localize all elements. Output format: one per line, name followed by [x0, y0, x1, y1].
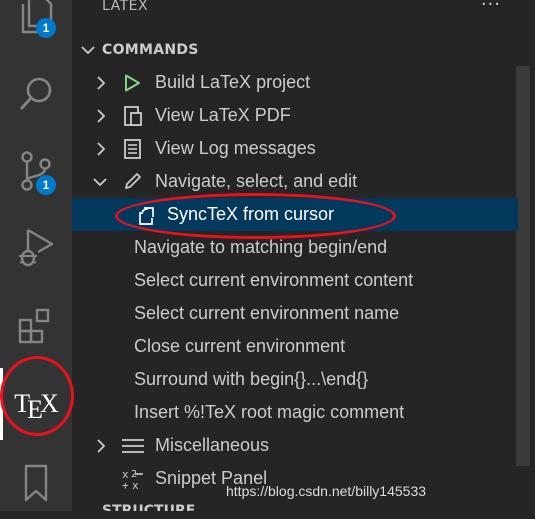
- tree-item-label: Miscellaneous: [155, 435, 270, 455]
- tree-item-build[interactable]: Build LaTeX project: [72, 66, 518, 99]
- tree-item-synctex-from-cursor[interactable]: SyncTeX from cursor: [72, 198, 518, 231]
- explorer-button[interactable]: 1: [0, 0, 72, 50]
- tex-icon: TEX: [14, 389, 59, 424]
- tree-item-label: SyncTeX from cursor: [167, 204, 335, 224]
- run-debug-icon: [19, 228, 54, 267]
- panel-title: LATEX: [102, 0, 149, 14]
- more-actions-button[interactable]: ···: [481, 0, 501, 15]
- commands-section-header[interactable]: COMMANDS: [72, 33, 535, 66]
- chevron-right-icon: [97, 76, 106, 90]
- tree-item-label: View LaTeX PDF: [155, 105, 291, 125]
- tree-item-label: Insert %!TeX root magic comment: [134, 402, 405, 422]
- tree-item-miscellaneous[interactable]: Miscellaneous: [72, 429, 518, 462]
- scrollbar[interactable]: [516, 66, 530, 466]
- list-icon: [122, 439, 144, 453]
- explorer-badge: 1: [36, 18, 56, 38]
- extensions-icon: [18, 308, 50, 344]
- run-debug-button[interactable]: [0, 211, 72, 283]
- tree-item-insert-magic-comment[interactable]: Insert %!TeX root magic comment: [72, 396, 518, 429]
- edit-icon: [125, 173, 141, 189]
- tree-item-surround-with[interactable]: Surround with begin{}...\end{}: [72, 363, 518, 396]
- source-control-badge: 1: [36, 175, 56, 195]
- tree-item-navigate-matching[interactable]: Navigate to matching begin/end: [72, 231, 518, 264]
- chevron-right-icon: [97, 142, 106, 156]
- play-icon: [125, 74, 140, 92]
- chevron-down-icon: [93, 178, 107, 187]
- tex-button[interactable]: TEX: [0, 368, 72, 440]
- tree-item-label: Navigate, select, and edit: [155, 171, 358, 191]
- tree-item-label: Select current environment name: [134, 303, 400, 323]
- extensions-button[interactable]: [0, 290, 72, 362]
- bookmarks-button[interactable]: [0, 447, 72, 519]
- tree-item-close-env[interactable]: Close current environment: [72, 330, 518, 363]
- chevron-right-icon: [97, 439, 106, 453]
- chevron-right-icon: [97, 109, 106, 123]
- tree-item-view-log[interactable]: View Log messages: [72, 132, 518, 165]
- sync-icon: [139, 207, 154, 225]
- search-button[interactable]: [0, 58, 72, 130]
- tree-item-label: Select current environment content: [134, 270, 414, 290]
- tree-item-label: Close current environment: [134, 336, 346, 356]
- section-title: COMMANDS: [102, 41, 199, 58]
- tree-item-navigate-select-edit[interactable]: Navigate, select, and edit: [72, 165, 518, 198]
- tree-item-select-env-content[interactable]: Select current environment content: [72, 264, 518, 297]
- search-icon: [19, 77, 52, 110]
- tree-item-label: Navigate to matching begin/end: [134, 237, 388, 257]
- snippet-icon: x 2 + x: [122, 468, 143, 490]
- activity-bar: 1 1 TEX: [0, 0, 72, 511]
- chevron-down-icon: [81, 46, 95, 55]
- tree-item-label: View Log messages: [155, 138, 316, 158]
- pdf-preview-icon: [124, 106, 142, 126]
- structure-section-header[interactable]: STRUCTURE: [102, 503, 195, 511]
- svg-text:+: +: [122, 479, 129, 490]
- watermark: https://blog.csdn.net/billy145533: [226, 483, 427, 499]
- tree-item-view-pdf[interactable]: View LaTeX PDF: [72, 99, 518, 132]
- bookmark-icon: [24, 464, 48, 502]
- tree-item-select-env-name[interactable]: Select current environment name: [72, 297, 518, 330]
- log-icon: [124, 139, 141, 159]
- tree-item-label: Build LaTeX project: [155, 72, 311, 92]
- svg-text:x: x: [132, 479, 139, 490]
- tree-item-label: Surround with begin{}...\end{}: [134, 369, 369, 389]
- source-control-button[interactable]: 1: [0, 135, 72, 207]
- latex-side-panel: LATEX ··· COMMANDS Build LaTeX project V…: [72, 0, 535, 511]
